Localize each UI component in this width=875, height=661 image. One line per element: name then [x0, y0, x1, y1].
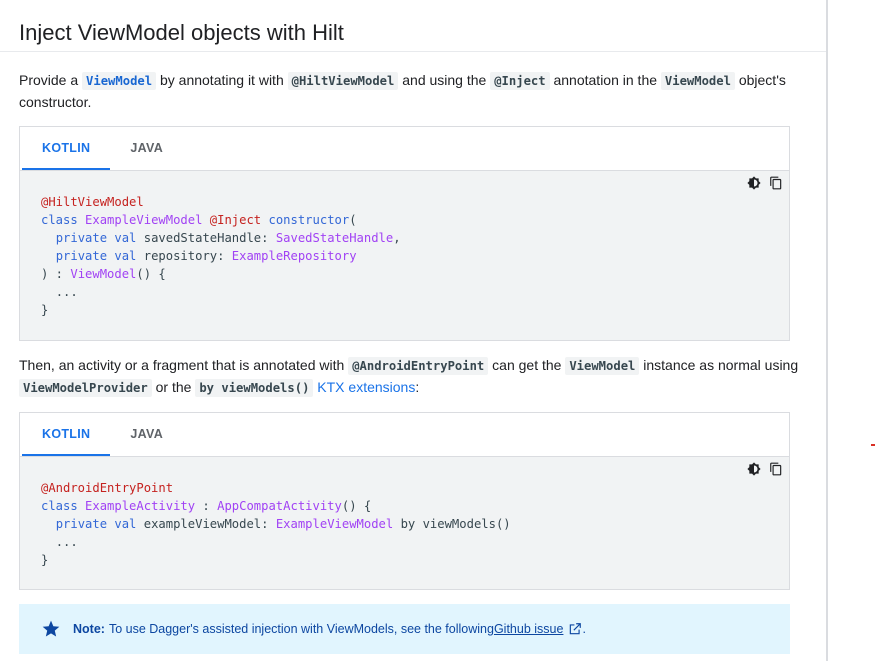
code-token: } [41, 303, 49, 317]
code-token: ExampleViewModel [275, 517, 394, 531]
code-token: ) : [41, 267, 71, 281]
theme-toggle-icon[interactable] [746, 175, 762, 191]
tab-kotlin[interactable]: KOTLIN [22, 127, 111, 170]
code-token: class [41, 499, 78, 513]
code-token: ExampleViewModel [85, 213, 203, 227]
code-token: SavedStateHandle [275, 231, 394, 245]
code-block: @HiltViewModel class ExampleViewModel @I… [41, 193, 401, 319]
para-text: annotation in the [549, 72, 661, 88]
para-text: by annotating it with [156, 72, 288, 88]
code-token: () { [136, 267, 166, 281]
note-label: Note: [73, 622, 105, 636]
star-icon [42, 620, 60, 637]
code-token: class [41, 213, 78, 227]
para-text: can get the [488, 357, 566, 373]
code-token: ... [55, 285, 78, 299]
note-end: . [582, 622, 586, 636]
viewmodel-code-link[interactable]: ViewModel [82, 72, 157, 90]
by-viewmodels-code: by viewModels() [195, 379, 314, 397]
note-text: To use Dagger's assisted injection with … [108, 622, 494, 636]
code-token: @Inject [209, 213, 262, 227]
code-sample-viewmodel: KOTLIN JAVA @HiltViewModel class Example… [19, 126, 790, 341]
tab-java[interactable]: JAVA [110, 413, 183, 456]
code-token: ExampleRepository [231, 249, 357, 263]
copy-icon[interactable] [768, 175, 784, 191]
code-token: AppCompatActivity [217, 499, 342, 513]
code-toolbar [746, 175, 784, 191]
code-token: : [195, 499, 218, 513]
code-sample-activity: KOTLIN JAVA @AndroidEntryPoint class Exa… [19, 412, 790, 590]
external-link-icon[interactable] [568, 622, 582, 636]
heading-divider [0, 51, 826, 52]
code-token: ... [55, 535, 78, 549]
para-text: instance as normal using [639, 357, 799, 373]
para-text: : [415, 379, 420, 395]
inject-code: @Inject [490, 72, 550, 90]
code-token: private val [55, 517, 137, 531]
para-text: Provide a [19, 72, 83, 88]
viewmodel-code: ViewModel [660, 72, 735, 90]
ktx-extensions-link[interactable]: KTX extensions [317, 379, 415, 395]
section-heading: Inject ViewModel objects with Hilt [19, 20, 344, 45]
code-token: ViewModel [70, 267, 137, 281]
code-token: savedStateHandle: [136, 231, 276, 245]
code-token: by viewModels() [393, 517, 511, 531]
code-token: repository: [136, 249, 232, 263]
para-text: and using the [398, 72, 491, 88]
code-token: constructor [268, 213, 350, 227]
code-area: @HiltViewModel class ExampleViewModel @I… [20, 171, 789, 340]
tab-java[interactable]: JAVA [110, 127, 183, 170]
code-area: @AndroidEntryPoint class ExampleActivity… [20, 457, 789, 589]
viewmodelprovider-code: ViewModelProvider [19, 379, 152, 397]
hiltviewmodel-code: @HiltViewModel [287, 72, 399, 90]
code-token: private val [55, 231, 137, 245]
code-token: } [41, 553, 49, 567]
para-text: Then, an activity or a fragment that is … [19, 357, 349, 373]
edge-marker [871, 444, 875, 446]
code-token: @HiltViewModel [41, 195, 144, 209]
intro-paragraph: Provide a ViewModel by annotating it wit… [19, 70, 809, 113]
copy-icon[interactable] [768, 461, 784, 477]
theme-toggle-icon[interactable] [746, 461, 762, 477]
code-token: exampleViewModel: [136, 517, 276, 531]
code-token: , [393, 231, 401, 245]
code-token: () { [341, 499, 372, 513]
note-callout: Note: To use Dagger's assisted injection… [19, 604, 790, 654]
code-token: @AndroidEntryPoint [41, 481, 174, 495]
viewmodel-code: ViewModel [565, 357, 640, 375]
code-token: private val [55, 249, 137, 263]
tab-kotlin[interactable]: KOTLIN [22, 413, 111, 456]
code-token: ( [349, 213, 357, 227]
language-tabs: KOTLIN JAVA [20, 413, 789, 457]
androidentrypoint-code: @AndroidEntryPoint [348, 357, 489, 375]
content-right-border [826, 0, 828, 661]
code-block: @AndroidEntryPoint class ExampleActivity… [41, 479, 511, 569]
para-text: or the [151, 379, 196, 395]
language-tabs: KOTLIN JAVA [20, 127, 789, 171]
github-issue-link[interactable]: Github issue [494, 622, 563, 636]
code-toolbar [746, 461, 784, 477]
activity-paragraph: Then, an activity or a fragment that is … [19, 355, 809, 399]
code-token: ExampleActivity [85, 499, 196, 513]
